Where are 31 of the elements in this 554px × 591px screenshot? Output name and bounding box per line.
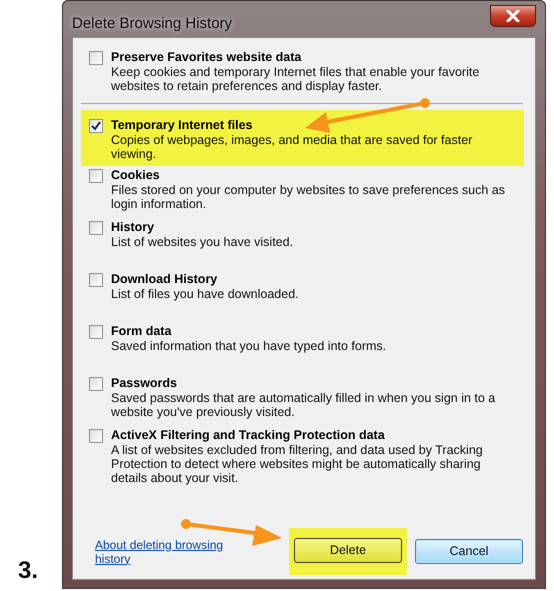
option-title: Passwords <box>111 376 178 391</box>
option-title: History <box>111 220 156 235</box>
checkbox[interactable] <box>89 221 103 235</box>
option-description: Keep cookies and temporary Internet files that enable your favorite websites to retain preferences and display faster. <box>111 65 480 93</box>
help-link[interactable]: About deleting browsing history <box>95 538 255 566</box>
checkbox[interactable] <box>89 51 103 65</box>
checkbox[interactable] <box>89 325 103 339</box>
close-icon <box>506 10 520 22</box>
option-description: Files stored on your computer by websites to save preferences such as login information. <box>111 183 506 211</box>
option-description: Copies of webpages, images, and media that are saved for faster viewing. <box>111 133 474 161</box>
close-button[interactable] <box>490 5 536 27</box>
option-title: Preserve Favorites website data <box>111 50 302 65</box>
checkbox[interactable] <box>89 429 103 443</box>
option-title: ActiveX Filtering and Tracking Protection data <box>111 428 386 443</box>
window-title: Delete Browsing History <box>72 14 232 34</box>
option-description: Saved information that you have typed into forms. <box>111 339 386 353</box>
option-description: Saved passwords that are automatically filled in when you sign in to a website you've previously visited. <box>111 391 496 419</box>
delete-button[interactable]: Delete <box>294 538 402 563</box>
checkbox[interactable] <box>89 119 103 133</box>
step-number: 3. <box>18 559 38 583</box>
checkbox[interactable] <box>89 169 103 183</box>
option-description: List of files you have downloaded. <box>111 287 299 301</box>
cancel-button[interactable]: Cancel <box>415 539 523 564</box>
option-title: Download History <box>111 272 218 287</box>
option-title: Temporary Internet files <box>111 118 254 133</box>
option-description: A list of websites excluded from filtering, and data used by Tracking Protection to detect where websites might be automatically sharing details about your visit. <box>111 443 484 485</box>
checkbox[interactable] <box>89 273 103 287</box>
option-title: Form data <box>111 324 172 339</box>
option-description: List of websites you have visited. <box>111 235 294 249</box>
option-title: Cookies <box>111 168 161 183</box>
checkbox[interactable] <box>89 377 103 391</box>
